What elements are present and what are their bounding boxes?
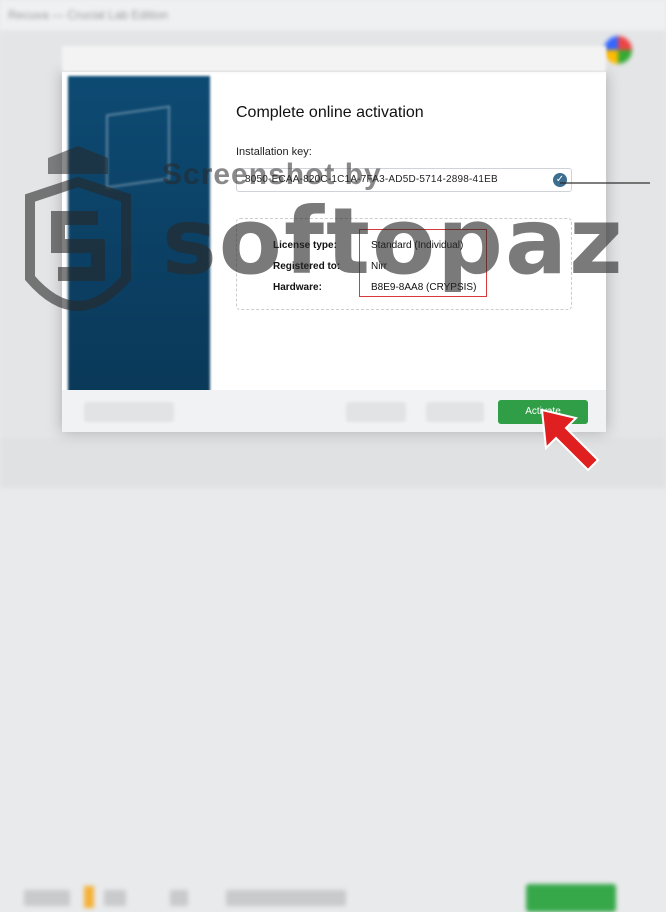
footer-link-button[interactable]: [84, 402, 174, 422]
background-chip: [104, 890, 126, 906]
dialog-side-panel: [68, 76, 210, 400]
back-button[interactable]: [346, 402, 406, 422]
hardware-label: Hardware:: [273, 282, 322, 293]
background-chip: [226, 890, 346, 906]
license-info-panel: License type: Standard (Individual) Regi…: [236, 218, 572, 310]
background-marker: [84, 886, 94, 908]
dialog-titlebar: [62, 46, 606, 72]
cancel-button[interactable]: [426, 402, 484, 422]
hardware-value: B8E9-8AA8 (CRYPSIS): [371, 282, 477, 293]
background-title: Recuva — Crucial Lab Edition: [8, 8, 169, 22]
product-logo-icon: [106, 105, 170, 189]
pointer-arrow-icon: [540, 408, 600, 472]
dialog-footer: Activate: [62, 390, 606, 432]
activation-dialog: Complete online activation Installation …: [62, 46, 606, 432]
background-titlebar: Recuva — Crucial Lab Edition: [0, 0, 666, 30]
installation-key-field[interactable]: 8050-ECAA-820C-1C1A-7FA3-AD5D-5714-2898-…: [236, 168, 572, 192]
background-chip: [170, 890, 188, 906]
license-type-label: License type:: [273, 240, 337, 251]
background-chip: [24, 890, 70, 906]
background-scan-button[interactable]: [526, 884, 616, 912]
registered-to-value: Nirr: [371, 261, 388, 272]
registered-to-label: Registered to:: [273, 261, 341, 272]
app-logo-icon: [604, 36, 632, 64]
installation-key-value: 8050-ECAA-820C-1C1A-7FA3-AD5D-5714-2898-…: [245, 174, 498, 185]
check-icon: ✓: [553, 173, 567, 187]
installation-key-label: Installation key:: [236, 146, 312, 158]
page-title: Complete online activation: [236, 104, 424, 121]
license-type-value: Standard (Individual): [371, 240, 464, 251]
